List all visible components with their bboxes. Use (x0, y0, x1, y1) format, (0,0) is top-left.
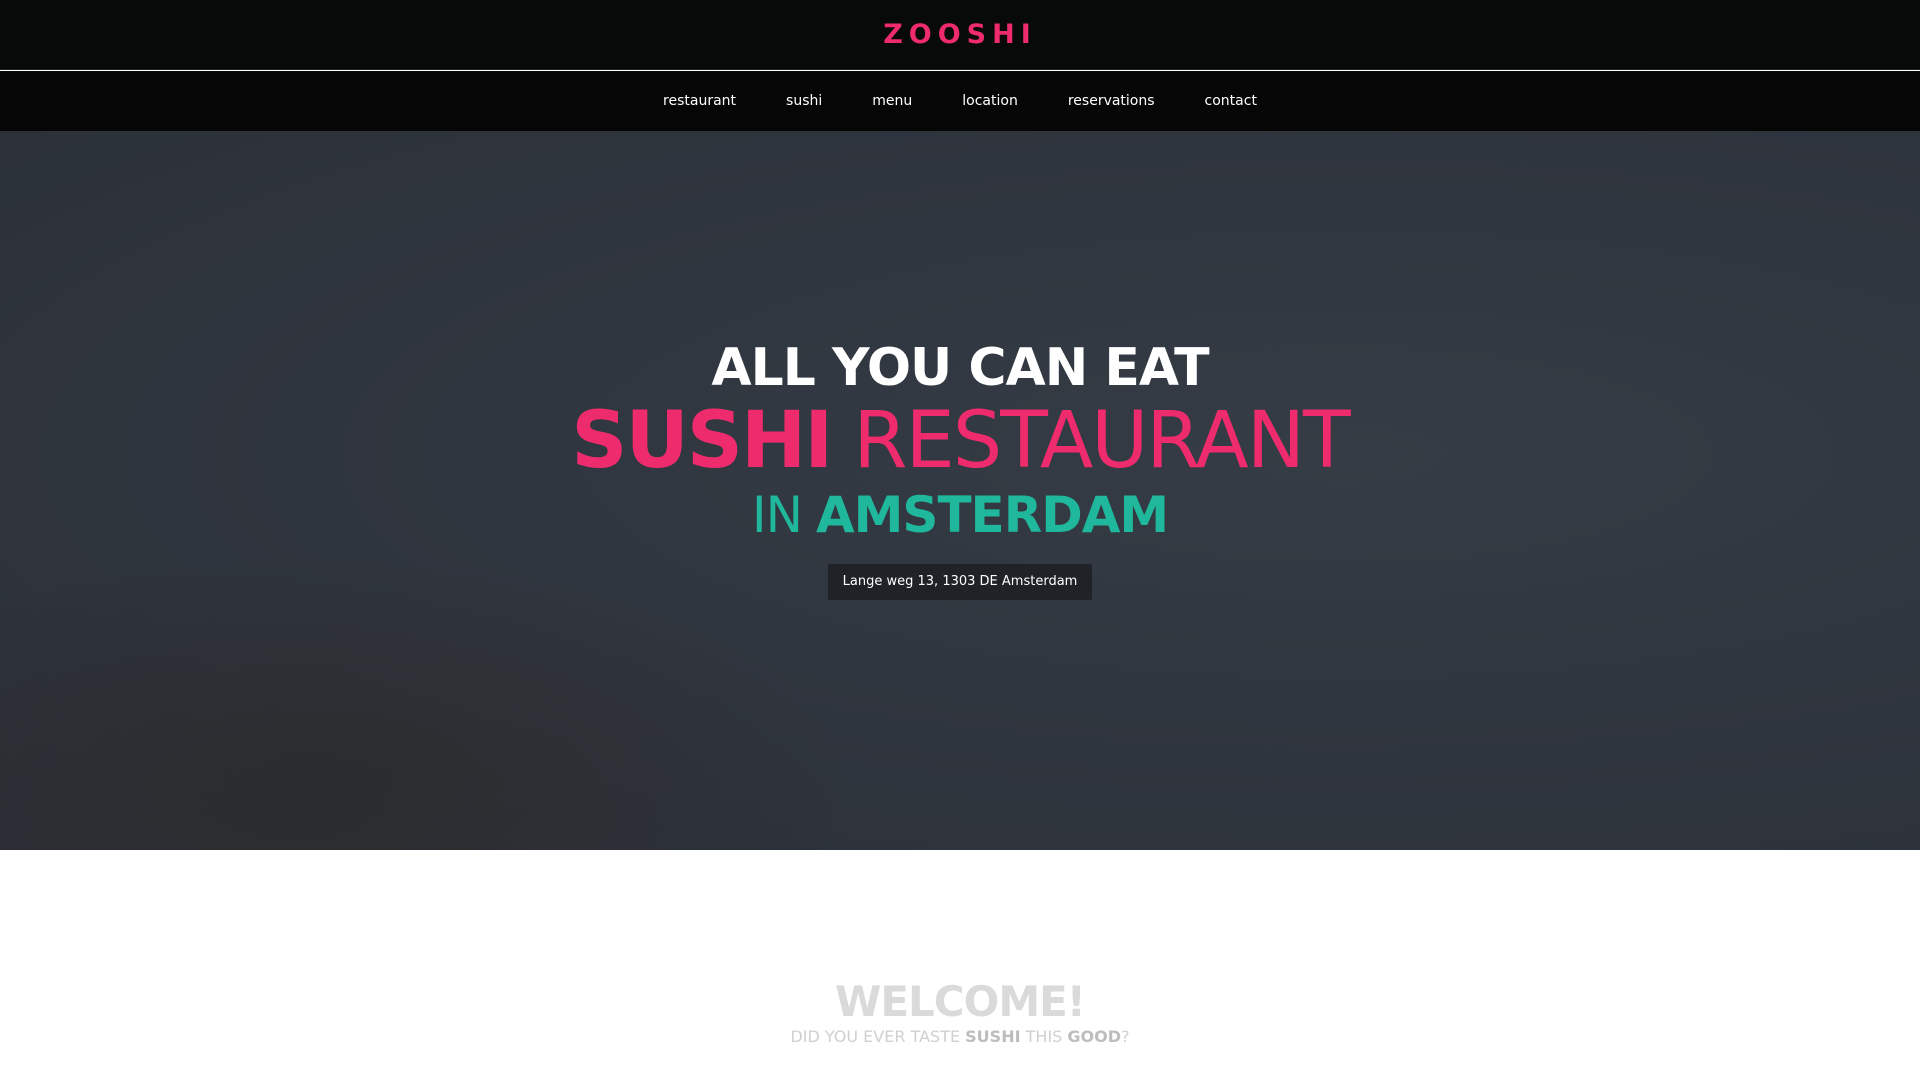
welcome-subtitle: DID YOU EVER TASTE SUSHI THIS GOOD? (790, 1026, 1129, 1048)
hero-in-word: IN (751, 486, 803, 544)
welcome-title: WELCOME! (835, 977, 1086, 1026)
hero-subheadline: SUSHI RESTAURANT (571, 396, 1350, 486)
main-navigation: restaurant sushi menu location reservati… (0, 71, 1920, 131)
welcome-sub-bold-good: GOOD (1067, 1027, 1122, 1046)
nav-item-restaurant[interactable]: restaurant (638, 71, 761, 131)
hero-section: ALL YOU CAN EAT SUSHI RESTAURANT IN AMSTER… (0, 131, 1920, 850)
hero-headline: ALL YOU CAN EAT (711, 338, 1209, 398)
hero-city-word: AMSTERDAM (815, 486, 1169, 544)
site-logo[interactable]: ZOOSHI (883, 19, 1037, 50)
hero-restaurant-word: RESTAURANT (853, 396, 1350, 486)
address-badge: Lange weg 13, 1303 DE Amsterdam (827, 564, 1093, 600)
welcome-sub-text-3: ? (1121, 1027, 1130, 1046)
hero-location-line: IN AMSTERDAM (751, 484, 1169, 546)
welcome-section: WELCOME! DID YOU EVER TASTE SUSHI THIS G… (0, 978, 1920, 1048)
nav-item-sushi[interactable]: sushi (761, 71, 847, 131)
nav-item-reservations[interactable]: reservations (1043, 71, 1180, 131)
nav-item-location[interactable]: location (937, 71, 1043, 131)
hero-content: ALL YOU CAN EAT SUSHI RESTAURANT IN AMSTER… (0, 336, 1920, 600)
nav-item-menu[interactable]: menu (847, 71, 937, 131)
nav-item-contact[interactable]: contact (1180, 71, 1282, 131)
welcome-sub-text-2: THIS (1025, 1027, 1063, 1046)
welcome-sub-bold-sushi: SUSHI (965, 1027, 1021, 1046)
hero-sushi-word: SUSHI (571, 396, 833, 486)
welcome-sub-text-1: DID YOU EVER TASTE (790, 1027, 961, 1046)
nav-list: restaurant sushi menu location reservati… (638, 71, 1282, 131)
site-header: ZOOSHI (0, 0, 1920, 70)
